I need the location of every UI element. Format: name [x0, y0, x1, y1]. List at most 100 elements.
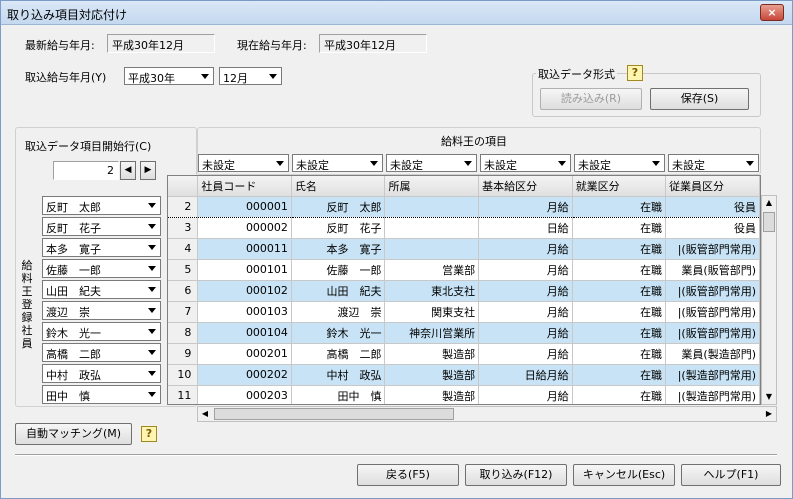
load-format-button[interactable]: 読み込み(R): [540, 88, 642, 110]
import-month-select[interactable]: 12月: [219, 67, 282, 85]
employee-select-9[interactable]: 中村 政弘: [42, 364, 161, 383]
column-header[interactable]: 社員コード: [197, 176, 292, 197]
cell[interactable]: 000103: [197, 301, 292, 323]
table-row[interactable]: 10 000202 中村 政弘 製造部 日給月給 在職 |(製造部門常用): [168, 364, 760, 386]
cell[interactable]: 営業部: [384, 259, 480, 281]
cell[interactable]: 中村 政弘: [291, 364, 386, 386]
import-data-grid[interactable]: 社員コード 氏名 所属 基本給区分 就業区分 従業員区分 2 000001 反町…: [167, 175, 761, 405]
cell[interactable]: 在職: [572, 259, 667, 281]
cell[interactable]: 000001: [197, 195, 292, 218]
cell[interactable]: 000201: [197, 343, 292, 365]
column-header[interactable]: 基本給区分: [478, 176, 573, 197]
mapping-select-3[interactable]: 未設定: [386, 154, 477, 172]
employee-select-7[interactable]: 鈴木 光一: [42, 322, 161, 341]
table-row[interactable]: 11 000203 田中 慎 製造部 月給 在職 |(製造部門常用): [168, 385, 760, 404]
cell[interactable]: |(販管部門常用): [665, 322, 760, 344]
column-header[interactable]: 氏名: [291, 176, 386, 197]
mapping-select-5[interactable]: 未設定: [574, 154, 665, 172]
close-button[interactable]: ×: [760, 4, 784, 21]
column-header[interactable]: 所属: [384, 176, 480, 197]
scroll-right-icon[interactable]: ▶: [762, 407, 776, 421]
cancel-button[interactable]: キャンセル(Esc): [573, 464, 675, 486]
employee-select-10[interactable]: 田中 慎: [42, 385, 161, 404]
cell[interactable]: 反町 太郎: [291, 195, 386, 218]
cell[interactable]: 月給: [478, 343, 573, 365]
cell[interactable]: 高橋 二郎: [291, 343, 386, 365]
scroll-up-icon[interactable]: ▲: [762, 196, 776, 210]
cell[interactable]: 000202: [197, 364, 292, 386]
table-row[interactable]: 5 000101 佐藤 一郎 営業部 月給 在職 業員(販管部門): [168, 259, 760, 281]
cell[interactable]: 在職: [572, 238, 667, 260]
mapping-select-4[interactable]: 未設定: [480, 154, 571, 172]
vertical-scrollbar[interactable]: ▲ ▼: [761, 195, 777, 405]
cell[interactable]: 製造部: [384, 385, 480, 404]
cell[interactable]: 000104: [197, 322, 292, 344]
import-button[interactable]: 取り込み(F12): [465, 464, 567, 486]
table-row[interactable]: 8 000104 鈴木 光一 神奈川営業所 月給 在職 |(販管部門常用): [168, 322, 760, 344]
mapping-select-2[interactable]: 未設定: [292, 154, 383, 172]
cell[interactable]: 在職: [572, 343, 667, 365]
horizontal-scrollbar[interactable]: ◀ ▶: [197, 406, 777, 422]
table-row[interactable]: 4 000011 本多 寛子 月給 在職 |(販管部門常用): [168, 238, 760, 260]
cell[interactable]: 製造部: [384, 343, 480, 365]
cell[interactable]: |(製造部門常用): [665, 364, 760, 386]
cell[interactable]: 渡辺 崇: [291, 301, 386, 323]
cell[interactable]: 業員(製造部門): [665, 343, 760, 365]
spin-down-button[interactable]: ◀: [120, 161, 136, 180]
cell[interactable]: [384, 195, 480, 218]
cell[interactable]: 役員: [665, 217, 760, 239]
cell[interactable]: 000102: [197, 280, 292, 302]
mapping-select-6[interactable]: 未設定: [668, 154, 759, 172]
cell[interactable]: 製造部: [384, 364, 480, 386]
cell[interactable]: 在職: [572, 322, 667, 344]
mapping-select-1[interactable]: 未設定: [198, 154, 289, 172]
employee-select-2[interactable]: 反町 花子: [42, 217, 161, 236]
cell[interactable]: 000203: [197, 385, 292, 404]
table-row[interactable]: 9 000201 高橋 二郎 製造部 月給 在職 業員(製造部門): [168, 343, 760, 365]
cell[interactable]: 業員(販管部門): [665, 259, 760, 281]
table-row[interactable]: 6 000102 山田 紀夫 東北支社 月給 在職 |(販管部門常用): [168, 280, 760, 302]
help-icon[interactable]: ?: [141, 426, 157, 442]
table-row[interactable]: 2 000001 反町 太郎 月給 在職 役員: [168, 195, 760, 218]
cell[interactable]: 関東支社: [384, 301, 480, 323]
cell[interactable]: [384, 217, 480, 239]
cell[interactable]: 在職: [572, 217, 667, 239]
table-row[interactable]: 3 000002 反町 花子 日給 在職 役員: [168, 217, 760, 239]
cell[interactable]: 月給: [478, 301, 573, 323]
cell[interactable]: 在職: [572, 301, 667, 323]
cell[interactable]: |(販管部門常用): [665, 301, 760, 323]
cell[interactable]: |(販管部門常用): [665, 238, 760, 260]
cell[interactable]: |(販管部門常用): [665, 280, 760, 302]
employee-select-1[interactable]: 反町 太郎: [42, 196, 161, 215]
employee-select-3[interactable]: 本多 寛子: [42, 238, 161, 257]
employee-select-8[interactable]: 高橋 二郎: [42, 343, 161, 362]
cell[interactable]: 在職: [572, 364, 667, 386]
cell[interactable]: |(製造部門常用): [665, 385, 760, 404]
cell[interactable]: 在職: [572, 280, 667, 302]
scroll-left-icon[interactable]: ◀: [198, 407, 212, 421]
start-row-input[interactable]: 2: [53, 161, 119, 180]
scroll-thumb[interactable]: [214, 408, 454, 420]
cell[interactable]: 月給: [478, 280, 573, 302]
cell[interactable]: 本多 寛子: [291, 238, 386, 260]
cell[interactable]: 000011: [197, 238, 292, 260]
cell[interactable]: 東北支社: [384, 280, 480, 302]
employee-select-5[interactable]: 山田 紀夫: [42, 280, 161, 299]
back-button[interactable]: 戻る(F5): [357, 464, 459, 486]
cell[interactable]: 神奈川営業所: [384, 322, 480, 344]
cell[interactable]: 田中 慎: [291, 385, 386, 404]
employee-select-6[interactable]: 渡辺 崇: [42, 301, 161, 320]
scroll-down-icon[interactable]: ▼: [762, 390, 776, 404]
cell[interactable]: 日給月給: [478, 364, 573, 386]
cell[interactable]: 鈴木 光一: [291, 322, 386, 344]
cell[interactable]: 月給: [478, 385, 573, 404]
spin-up-button[interactable]: ▶: [140, 161, 156, 180]
import-year-select[interactable]: 平成30年: [124, 67, 214, 85]
cell[interactable]: 000101: [197, 259, 292, 281]
cell[interactable]: 月給: [478, 322, 573, 344]
cell[interactable]: 佐藤 一郎: [291, 259, 386, 281]
cell[interactable]: 在職: [572, 195, 667, 218]
column-header[interactable]: 従業員区分: [665, 176, 760, 197]
cell[interactable]: 役員: [665, 195, 760, 218]
save-format-button[interactable]: 保存(S): [650, 88, 749, 110]
